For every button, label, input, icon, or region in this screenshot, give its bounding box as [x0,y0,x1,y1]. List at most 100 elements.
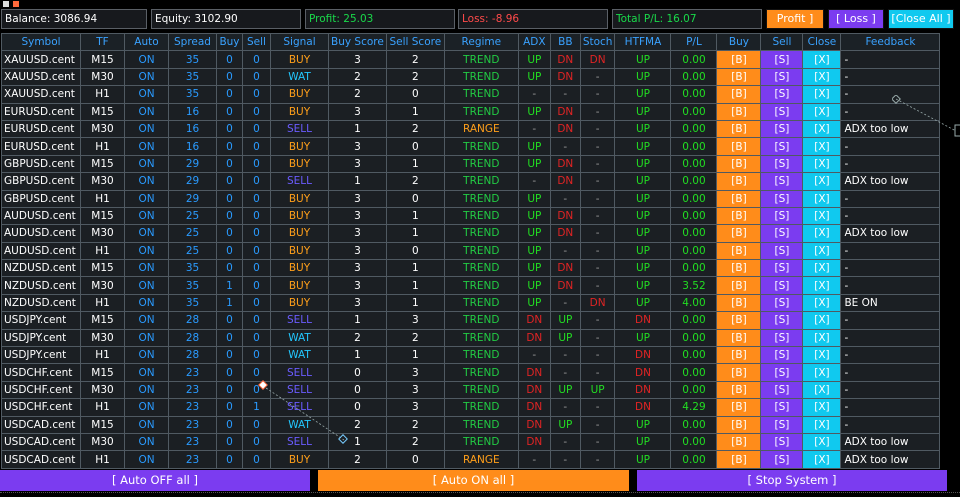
row-buy-button[interactable]: [B] [716,346,762,365]
auto-toggle[interactable]: ON [124,328,169,348]
row-close-button[interactable]: [X] [802,398,842,417]
row-buy-button[interactable]: [B] [716,206,762,226]
row-buy-button[interactable]: [B] [716,328,762,348]
row-buy-button[interactable]: [B] [716,50,762,69]
row-buy-button[interactable]: [B] [716,380,762,400]
row-buy-button[interactable]: [B] [716,224,762,243]
row-buy-button[interactable]: [B] [716,415,762,434]
row-sell-button[interactable]: [S] [760,206,804,226]
row-close-button[interactable]: [X] [802,154,842,174]
row-sell-button[interactable]: [S] [760,380,804,400]
auto-toggle[interactable]: ON [124,224,169,243]
row-sell-button[interactable]: [S] [760,311,804,330]
auto-toggle[interactable]: ON [124,450,169,469]
row-sell-button[interactable]: [S] [760,276,804,295]
auto-toggle[interactable]: ON [124,432,169,452]
auto-toggle[interactable]: ON [124,276,169,295]
auto-toggle[interactable]: ON [124,311,169,330]
row-sell-button[interactable]: [S] [760,50,804,69]
row-buy-button[interactable]: [B] [716,189,762,208]
close-profit-button[interactable]: Profit ] [766,9,824,29]
row-close-button[interactable]: [X] [802,119,842,139]
auto-toggle[interactable]: ON [124,102,169,121]
row-buy-button[interactable]: [B] [716,137,762,156]
row-buy-button[interactable]: [B] [716,259,762,278]
row-close-button[interactable]: [X] [802,85,842,104]
row-buy-button[interactable]: [B] [716,172,762,191]
row-close-button[interactable]: [X] [802,224,842,243]
auto-toggle[interactable]: ON [124,398,169,417]
auto-toggle[interactable]: ON [124,380,169,400]
row-close-button[interactable]: [X] [802,432,842,452]
auto-toggle[interactable]: ON [124,189,169,208]
row-close-button[interactable]: [X] [802,241,842,261]
row-sell-button[interactable]: [S] [760,154,804,174]
auto-toggle[interactable]: ON [124,50,169,69]
row-sell-button[interactable]: [S] [760,259,804,278]
row-sell-button[interactable]: [S] [760,102,804,121]
row-close-button[interactable]: [X] [802,172,842,191]
auto-toggle[interactable]: ON [124,154,169,174]
row-sell-button[interactable]: [S] [760,346,804,365]
row-close-button[interactable]: [X] [802,137,842,156]
row-sell-button[interactable]: [S] [760,85,804,104]
row-buy-button[interactable]: [B] [716,67,762,87]
row-close-button[interactable]: [X] [802,102,842,121]
row-sell-button[interactable]: [S] [760,328,804,348]
row-buy-button[interactable]: [B] [716,154,762,174]
auto-toggle[interactable]: ON [124,346,169,365]
row-buy-button[interactable]: [B] [716,363,762,382]
close-loss-button[interactable]: [ Loss ] [828,9,884,29]
row-close-button[interactable]: [X] [802,189,842,208]
auto-toggle[interactable]: ON [124,259,169,278]
auto-toggle[interactable]: ON [124,415,169,434]
auto-toggle[interactable]: ON [124,67,169,87]
auto-toggle[interactable]: ON [124,137,169,156]
row-close-button[interactable]: [X] [802,293,842,313]
auto-toggle[interactable]: ON [124,206,169,226]
auto-toggle[interactable]: ON [124,241,169,261]
auto-toggle[interactable]: ON [124,119,169,139]
row-buy-button[interactable]: [B] [716,241,762,261]
row-buy-button[interactable]: [B] [716,85,762,104]
auto-toggle[interactable]: ON [124,363,169,382]
row-close-button[interactable]: [X] [802,380,842,400]
row-buy-button[interactable]: [B] [716,311,762,330]
row-buy-button[interactable]: [B] [716,450,762,469]
row-sell-button[interactable]: [S] [760,415,804,434]
row-sell-button[interactable]: [S] [760,224,804,243]
row-buy-button[interactable]: [B] [716,119,762,139]
row-close-button[interactable]: [X] [802,276,842,295]
row-close-button[interactable]: [X] [802,50,842,69]
row-sell-button[interactable]: [S] [760,293,804,313]
row-close-button[interactable]: [X] [802,346,842,365]
row-sell-button[interactable]: [S] [760,67,804,87]
row-sell-button[interactable]: [S] [760,189,804,208]
row-buy-button[interactable]: [B] [716,276,762,295]
row-sell-button[interactable]: [S] [760,241,804,261]
row-sell-button[interactable]: [S] [760,363,804,382]
auto-toggle[interactable]: ON [124,293,169,313]
row-buy-button[interactable]: [B] [716,102,762,121]
auto-toggle[interactable]: ON [124,85,169,104]
close-all-button[interactable]: [Close All ] [888,9,954,29]
row-close-button[interactable]: [X] [802,206,842,226]
row-buy-button[interactable]: [B] [716,432,762,452]
row-close-button[interactable]: [X] [802,259,842,278]
row-close-button[interactable]: [X] [802,328,842,348]
row-sell-button[interactable]: [S] [760,137,804,156]
stop-system-button[interactable]: [ Stop System ] [637,470,947,491]
auto-off-all-button[interactable]: [ Auto OFF all ] [0,470,310,491]
row-close-button[interactable]: [X] [802,415,842,434]
row-sell-button[interactable]: [S] [760,450,804,469]
row-sell-button[interactable]: [S] [760,119,804,139]
row-close-button[interactable]: [X] [802,67,842,87]
row-sell-button[interactable]: [S] [760,432,804,452]
row-sell-button[interactable]: [S] [760,172,804,191]
row-close-button[interactable]: [X] [802,363,842,382]
auto-toggle[interactable]: ON [124,172,169,191]
row-buy-button[interactable]: [B] [716,293,762,313]
row-buy-button[interactable]: [B] [716,398,762,417]
auto-on-all-button[interactable]: [ Auto ON all ] [318,470,629,491]
row-close-button[interactable]: [X] [802,311,842,330]
